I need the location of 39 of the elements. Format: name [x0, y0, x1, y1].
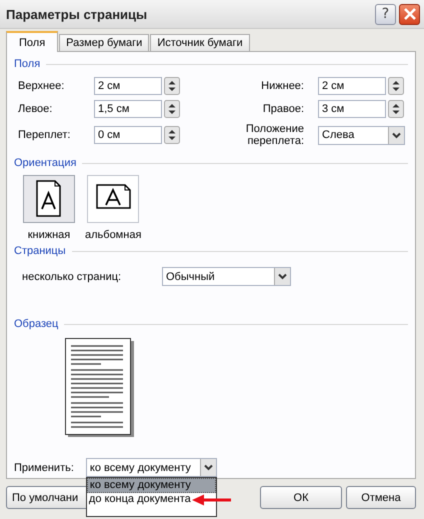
- field-label: Верхнее:: [18, 80, 66, 92]
- spinner[interactable]: [164, 100, 180, 118]
- spinner[interactable]: [164, 77, 180, 95]
- input-field[interactable]: 1,5 см: [94, 100, 162, 118]
- input-field[interactable]: 0 см: [94, 126, 162, 144]
- spinner[interactable]: [388, 77, 404, 95]
- close-button[interactable]: [399, 4, 420, 24]
- input-field[interactable]: 2 см: [94, 77, 162, 95]
- tab[interactable]: Размер бумаги: [59, 34, 150, 51]
- section-heading: Поля: [14, 58, 40, 70]
- field-label: Левое:: [18, 103, 54, 115]
- option-label: альбомная: [85, 229, 142, 241]
- section-heading: Ориентация: [14, 157, 76, 169]
- tab[interactable]: Источник бумаги: [150, 34, 250, 51]
- orientation-button[interactable]: [87, 175, 140, 223]
- input-field[interactable]: 2 см: [318, 77, 386, 95]
- cancel-button[interactable]: Отмена: [346, 486, 416, 509]
- window-title: Параметры страницы: [6, 6, 148, 22]
- close-icon: [402, 7, 416, 21]
- input-field[interactable]: 3 см: [318, 100, 386, 118]
- dropdown[interactable]: Обычный: [162, 267, 291, 286]
- tab[interactable]: Поля: [6, 31, 58, 52]
- help-button[interactable]: ?: [375, 4, 396, 24]
- spinner[interactable]: [388, 100, 404, 118]
- orientation-button[interactable]: [23, 175, 75, 223]
- field-label: Применить:: [14, 462, 74, 474]
- dropdown[interactable]: Слева: [318, 126, 405, 144]
- spinner[interactable]: [164, 126, 180, 144]
- dropdown-option[interactable]: ко всему документу: [86, 478, 216, 493]
- option-label: книжная: [28, 229, 70, 241]
- section-heading: Образец: [14, 318, 58, 330]
- field-label: Нижнее:: [260, 80, 305, 92]
- arrow-icon: [190, 494, 231, 506]
- field-label: несколько страниц:: [22, 270, 122, 282]
- field-label: Правое:: [262, 103, 305, 115]
- field-label: Положение переплета:: [244, 123, 305, 147]
- section-heading: Страницы: [14, 245, 66, 257]
- field-label: Переплет:: [18, 129, 72, 141]
- ok-button[interactable]: ОК: [260, 486, 342, 509]
